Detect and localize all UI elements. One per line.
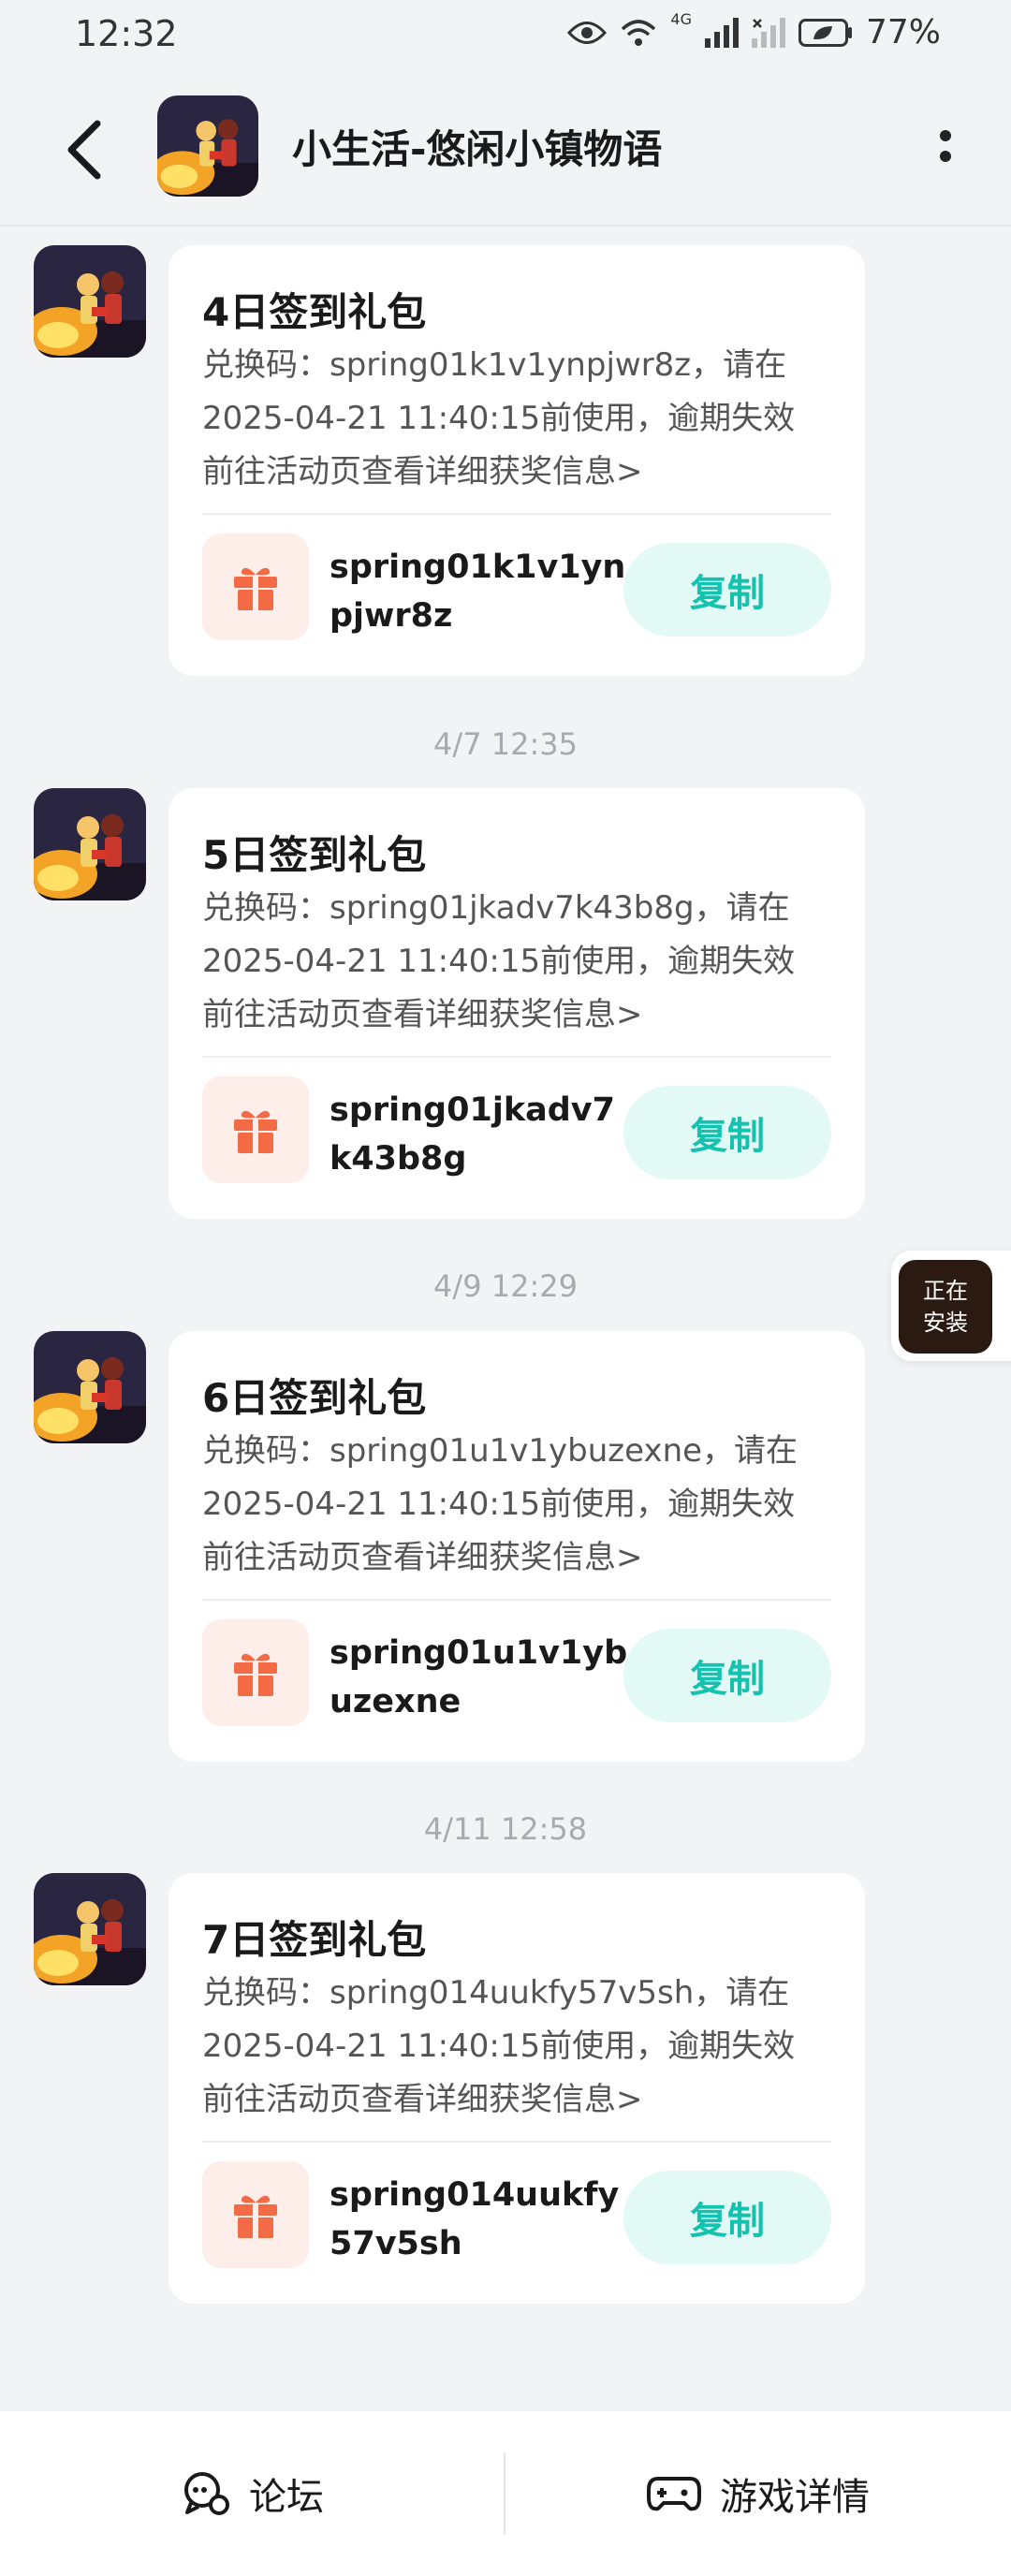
game-avatar[interactable] — [157, 95, 258, 197]
expiry-line: 2025-04-21 11:40:15前使用，逾期失效 — [202, 943, 796, 980]
gift-icon — [234, 567, 277, 610]
game-artwork — [157, 95, 258, 197]
redeem-code-line: 兑换码：spring01jkadv7k43b8g，请在 — [202, 889, 790, 927]
message-card: 4日签到礼包 兑换码：spring01k1v1ynpjwr8z，请在 2025-… — [168, 245, 865, 676]
gift-icon — [234, 1110, 277, 1153]
redeem-code-part: k43b8g — [330, 1140, 467, 1178]
activity-link[interactable]: 前往活动页查看详细获奖信息> — [202, 988, 848, 1042]
divider — [202, 1599, 831, 1601]
installing-label: 正在 — [923, 1278, 968, 1304]
activity-link[interactable]: 前往活动页查看详细获奖信息> — [202, 1531, 848, 1585]
signal-no-service-icon — [751, 17, 785, 48]
message-card: 7日签到礼包 兑换码：spring014uukfy57v5sh，请在 2025-… — [168, 1873, 865, 2304]
gamepad-icon — [647, 2477, 701, 2511]
wifi-icon — [622, 19, 656, 46]
gift-icon-box — [202, 534, 309, 640]
gift-icon — [234, 2195, 277, 2238]
game-artwork — [34, 1331, 146, 1443]
message-body: 兑换码：spring014uukfy57v5sh，请在 2025-04-21 1… — [202, 1967, 848, 2127]
copy-button[interactable]: 复制 — [623, 1086, 831, 1179]
redeem-code-part: uzexne — [330, 1683, 462, 1720]
gift-icon-box — [202, 1076, 309, 1183]
signal-icon — [704, 17, 739, 48]
divider — [202, 513, 831, 515]
redeem-code-line: 兑换码：spring01k1v1ynpjwr8z，请在 — [202, 346, 787, 384]
game-artwork — [34, 245, 146, 358]
redeem-code-line: 兑换码：spring01u1v1ybuzexne，请在 — [202, 1432, 799, 1470]
expiry-line: 2025-04-21 11:40:15前使用，逾期失效 — [202, 400, 796, 437]
redeem-code-part: spring014uukfy — [330, 2176, 620, 2214]
message-timestamp: 4/11 12:58 — [423, 1811, 588, 1847]
redeem-code: spring01jkadv7 k43b8g — [330, 1086, 615, 1183]
redeem-code-part: spring01jkadv7 — [330, 1091, 615, 1129]
message-timestamp: 4/7 12:35 — [433, 726, 578, 762]
status-bar: 12:32 4G 77% — [0, 0, 1011, 75]
copy-button[interactable]: 复制 — [623, 2171, 831, 2264]
redeem-code-part: spring01k1v1yn — [330, 549, 626, 586]
copy-button[interactable]: 复制 — [623, 1629, 831, 1722]
gift-title: 4日签到礼包 — [202, 289, 427, 335]
installing-badge: 正在 安装 — [899, 1260, 992, 1354]
message-body: 兑换码：spring01k1v1ynpjwr8z，请在 2025-04-21 1… — [202, 339, 848, 499]
redeem-code: spring014uukfy 57v5sh — [330, 2171, 620, 2268]
forum-chat-icon — [184, 2472, 229, 2515]
gift-title: 7日签到礼包 — [202, 1917, 427, 1963]
game-detail-tab[interactable]: 游戏详情 — [506, 2411, 1011, 2576]
battery-icon — [798, 18, 852, 47]
message-card: 5日签到礼包 兑换码：spring01jkadv7k43b8g，请在 2025-… — [168, 788, 865, 1219]
back-arrow-icon — [67, 120, 101, 180]
game-detail-label: 游戏详情 — [720, 2476, 870, 2519]
message-card: 6日签到礼包 兑换码：spring01u1v1ybuzexne，请在 2025-… — [168, 1331, 865, 1762]
redeem-code-part: spring01u1v1yb — [330, 1634, 628, 1672]
expiry-line: 2025-04-21 11:40:15前使用，逾期失效 — [202, 2027, 796, 2065]
sender-avatar[interactable] — [34, 1873, 146, 1985]
activity-link[interactable]: 前往活动页查看详细获奖信息> — [202, 446, 848, 499]
network-type: 4G — [670, 10, 692, 28]
gift-icon — [234, 1653, 277, 1696]
gift-icon-box — [202, 2161, 309, 2268]
page-title: 小生活-悠闲小镇物语 — [292, 126, 663, 172]
eye-icon — [567, 21, 608, 44]
sender-avatar[interactable] — [34, 788, 146, 900]
forum-tab[interactable]: 论坛 — [0, 2411, 506, 2576]
header: 小生活-悠闲小镇物语 — [0, 75, 1011, 227]
redeem-code-part: 57v5sh — [330, 2225, 462, 2262]
redeem-code-part: pjwr8z — [330, 597, 453, 635]
message-timestamp: 4/9 12:29 — [433, 1268, 578, 1304]
divider — [202, 1056, 831, 1058]
back-button[interactable] — [47, 112, 122, 187]
forum-label: 论坛 — [249, 2476, 324, 2519]
message-body: 兑换码：spring01u1v1ybuzexne，请在 2025-04-21 1… — [202, 1425, 848, 1585]
sender-avatar[interactable] — [34, 245, 146, 358]
redeem-code: spring01k1v1yn pjwr8z — [330, 543, 626, 640]
expiry-line: 2025-04-21 11:40:15前使用，逾期失效 — [202, 1486, 796, 1523]
bottom-bar: 论坛 游戏详情 — [0, 2411, 1011, 2576]
copy-button[interactable]: 复制 — [623, 543, 831, 637]
installing-label: 安装 — [923, 1310, 968, 1336]
game-artwork — [34, 1873, 146, 1985]
game-artwork — [34, 788, 146, 900]
installing-widget[interactable]: 正在 安装 — [891, 1251, 1011, 1361]
more-options-icon[interactable] — [917, 118, 974, 174]
redeem-code: spring01u1v1yb uzexne — [330, 1629, 628, 1726]
gift-title: 5日签到礼包 — [202, 832, 427, 878]
message-body: 兑换码：spring01jkadv7k43b8g，请在 2025-04-21 1… — [202, 882, 848, 1042]
status-icons: 4G 77% — [567, 10, 941, 51]
divider — [202, 2141, 831, 2143]
status-time: 12:32 — [75, 13, 178, 54]
gift-title: 6日签到礼包 — [202, 1375, 427, 1421]
battery-percent: 77% — [865, 13, 941, 51]
redeem-code-line: 兑换码：spring014uukfy57v5sh，请在 — [202, 1974, 790, 2012]
activity-link[interactable]: 前往活动页查看详细获奖信息> — [202, 2073, 848, 2127]
sender-avatar[interactable] — [34, 1331, 146, 1443]
gift-icon-box — [202, 1619, 309, 1726]
